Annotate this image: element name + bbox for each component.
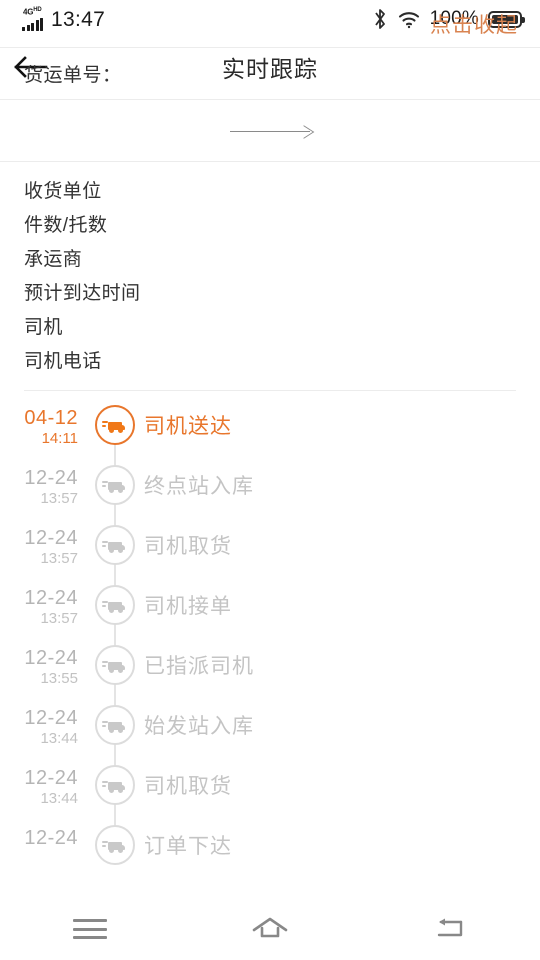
timeline-item[interactable]: 12-24 13:57 司机接单 [0, 585, 540, 671]
info-row: 承运商 [0, 240, 540, 274]
truck-icon [95, 765, 135, 805]
timeline-date: 12-24 [24, 527, 78, 549]
info-row: 件数/托数 [0, 206, 540, 240]
timeline-label: 始发站入库 [144, 715, 254, 738]
timeline-datetime: 04-12 14:11 [0, 405, 86, 448]
timeline-item[interactable]: 12-24 订单下达 [0, 825, 540, 885]
scroll-area[interactable]: 点击收起 货运单号： 收货单位 件数/托数 承运商 预计到达时间 司机 司机电话… [0, 0, 540, 898]
info-row: 司机 [0, 308, 540, 342]
timeline-node [86, 765, 144, 851]
truck-icon [95, 405, 135, 445]
info-row: 预计到达时间 [0, 274, 540, 308]
timeline-time: 13:55 [40, 670, 78, 687]
timeline-node [86, 825, 144, 865]
timeline-datetime: 12-24 13:57 [0, 525, 86, 568]
timeline-time: 14:11 [41, 430, 78, 447]
truck-icon [95, 585, 135, 625]
timeline-item[interactable]: 12-24 13:57 司机取货 [0, 525, 540, 611]
route-row [0, 100, 540, 162]
timeline-date: 12-24 [24, 707, 78, 729]
timeline-node [86, 705, 144, 791]
info-row: 司机电话 [0, 342, 540, 376]
app-screen: 4GHD 13:47 100% 实时跟踪 点击收起 货运单号： 收货单位 件数/… [0, 0, 540, 960]
timeline-item[interactable]: 12-24 13:44 始发站入库 [0, 705, 540, 791]
timeline-label: 司机送达 [144, 415, 232, 438]
truck-icon [95, 465, 135, 505]
info-key: 预计到达时间 [24, 282, 141, 304]
collapse-row: 点击收起 [0, 0, 540, 48]
collapse-toggle-button[interactable]: 点击收起 [430, 9, 518, 39]
tracking-timeline: 04-12 14:11 司机送达 12-24 13:57 终点站入库 12-24… [0, 391, 540, 885]
truck-icon [95, 705, 135, 745]
timeline-time: 13:57 [40, 610, 78, 627]
info-key: 司机 [24, 316, 63, 338]
timeline-datetime: 12-24 13:44 [0, 705, 86, 748]
shipment-info-list: 收货单位 件数/托数 承运商 预计到达时间 司机 司机电话 [0, 162, 540, 384]
timeline-datetime: 12-24 13:57 [0, 585, 86, 628]
timeline-time: 13:57 [40, 550, 78, 567]
info-key: 件数/托数 [24, 214, 108, 236]
timeline-time: 13:44 [40, 730, 78, 747]
timeline-date: 12-24 [24, 587, 78, 609]
truck-icon [95, 645, 135, 685]
timeline-time: 13:44 [40, 790, 78, 807]
timeline-datetime: 12-24 13:55 [0, 645, 86, 688]
return-icon [437, 918, 463, 937]
info-key: 承运商 [24, 248, 83, 270]
timeline-item[interactable]: 12-24 13:44 司机取货 [0, 765, 540, 851]
timeline-label: 司机接单 [144, 595, 232, 618]
timeline-datetime: 12-24 13:57 [0, 465, 86, 508]
timeline-label: 司机取货 [144, 775, 232, 798]
return-button[interactable] [405, 898, 495, 960]
menu-icon [73, 919, 107, 939]
home-button[interactable] [225, 898, 315, 960]
timeline-label: 终点站入库 [144, 475, 254, 498]
menu-button[interactable] [45, 898, 135, 960]
timeline-date: 12-24 [24, 827, 78, 849]
timeline-date: 12-24 [24, 467, 78, 489]
timeline-item[interactable]: 12-24 13:57 终点站入库 [0, 465, 540, 551]
timeline-label: 订单下达 [144, 835, 232, 858]
timeline-date: 12-24 [24, 767, 78, 789]
timeline-item[interactable]: 12-24 13:55 已指派司机 [0, 645, 540, 731]
timeline-node [86, 405, 144, 491]
waybill-label: 货运单号： [24, 65, 122, 86]
timeline-node [86, 585, 144, 671]
info-key: 司机电话 [24, 350, 102, 372]
truck-icon [95, 825, 135, 865]
timeline-item[interactable]: 04-12 14:11 司机送达 [0, 405, 540, 491]
waybill-row: 货运单号： [0, 48, 540, 100]
timeline-node [86, 465, 144, 551]
timeline-date: 04-12 [24, 407, 78, 429]
timeline-date: 12-24 [24, 647, 78, 669]
system-nav-bar [0, 898, 540, 960]
home-icon [252, 917, 288, 938]
timeline-datetime: 12-24 13:44 [0, 765, 86, 808]
timeline-datetime: 12-24 [0, 825, 86, 850]
info-key: 收货单位 [24, 180, 102, 202]
truck-icon [95, 525, 135, 565]
right-arrow-icon [230, 125, 310, 137]
timeline-node [86, 645, 144, 731]
timeline-time: 13:57 [40, 490, 78, 507]
timeline-label: 司机取货 [144, 535, 232, 558]
timeline-node [86, 525, 144, 611]
info-row: 收货单位 [0, 172, 540, 206]
timeline-label: 已指派司机 [144, 655, 254, 678]
